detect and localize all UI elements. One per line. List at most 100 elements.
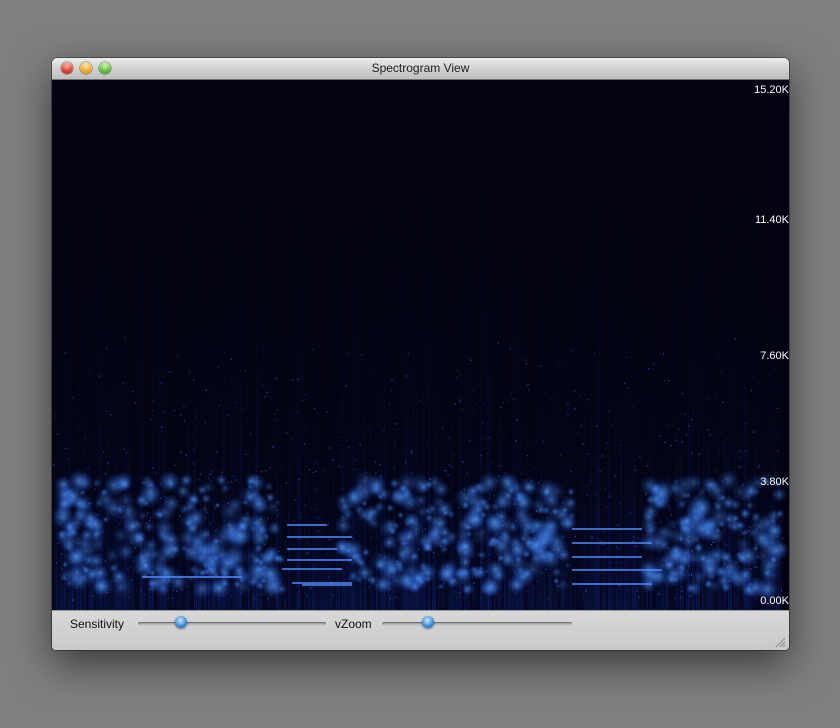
spectrum-column <box>580 206 582 610</box>
noise-speck <box>532 569 534 571</box>
noise-speck <box>329 538 331 541</box>
noise-speck <box>72 447 74 449</box>
noise-speck <box>84 438 86 440</box>
spectrum-column <box>116 291 118 610</box>
noise-speck <box>601 543 603 545</box>
noise-speck <box>609 496 611 498</box>
noise-speck <box>316 508 318 510</box>
noise-speck <box>439 545 442 547</box>
noise-speck <box>58 559 60 561</box>
noise-speck <box>745 450 747 452</box>
spectrum-column <box>622 463 624 610</box>
noise-speck <box>231 576 233 578</box>
noise-speck <box>392 467 395 469</box>
noise-speck <box>173 589 175 591</box>
noise-speck <box>354 460 356 462</box>
noise-speck <box>406 542 408 545</box>
noise-speck <box>727 566 729 568</box>
noise-speck <box>715 469 717 471</box>
energy-blob <box>640 515 659 534</box>
noise-speck <box>111 588 113 591</box>
noise-speck <box>460 374 462 376</box>
noise-speck <box>668 547 670 550</box>
spectrogram-view[interactable]: 15.20K 11.40K 7.60K 3.80K 0.00K <box>52 80 789 610</box>
noise-speck <box>661 539 663 541</box>
noise-speck <box>289 487 291 490</box>
sensitivity-slider[interactable] <box>138 622 326 626</box>
resize-grip-icon[interactable] <box>775 637 786 648</box>
noise-speck <box>402 570 404 572</box>
vzoom-slider-knob[interactable] <box>421 616 434 628</box>
noise-speck <box>464 573 466 575</box>
noise-speck <box>263 566 265 568</box>
noise-speck <box>343 504 345 506</box>
energy-blob <box>691 497 714 520</box>
noise-speck <box>52 464 55 466</box>
noise-speck <box>406 547 408 549</box>
noise-speck <box>343 489 345 491</box>
noise-speck <box>540 508 542 510</box>
spectrum-column <box>294 353 296 610</box>
noise-speck <box>704 560 707 563</box>
noise-speck <box>227 414 229 416</box>
noise-speck <box>534 537 536 539</box>
noise-speck <box>294 499 296 501</box>
noise-speck <box>749 489 751 492</box>
noise-speck <box>685 434 687 436</box>
spectrum-column <box>60 319 62 610</box>
noise-speck <box>214 507 216 509</box>
spectrum-column <box>304 170 306 610</box>
noise-speck <box>444 569 446 571</box>
noise-speck <box>638 596 640 598</box>
noise-speck <box>769 582 771 584</box>
noise-speck <box>152 410 154 412</box>
noise-speck <box>307 551 309 553</box>
noise-speck <box>64 352 66 354</box>
noise-speck <box>728 580 730 582</box>
vzoom-slider[interactable] <box>382 622 572 626</box>
noise-speck <box>505 472 507 474</box>
noise-speck <box>609 561 612 563</box>
noise-speck <box>473 408 475 410</box>
sensitivity-slider-knob[interactable] <box>175 616 188 628</box>
noise-speck <box>407 410 409 412</box>
noise-speck <box>515 519 517 522</box>
noise-speck <box>594 353 596 355</box>
noise-speck <box>688 565 690 567</box>
noise-speck <box>322 582 324 584</box>
noise-speck <box>131 506 133 508</box>
noise-speck <box>531 480 533 482</box>
noise-speck <box>659 353 661 355</box>
title-bar[interactable]: Spectrogram View <box>52 58 789 80</box>
noise-speck <box>98 559 100 561</box>
noise-speck <box>349 546 351 548</box>
energy-blob <box>684 492 692 499</box>
noise-speck <box>580 586 582 588</box>
energy-blob <box>684 473 703 492</box>
noise-speck <box>326 562 328 564</box>
noise-speck <box>306 494 308 496</box>
noise-speck <box>72 522 75 524</box>
noise-speck <box>173 410 176 412</box>
spectrum-column <box>326 466 328 610</box>
noise-speck <box>427 395 429 397</box>
noise-speck <box>180 414 182 416</box>
noise-speck <box>252 597 254 600</box>
noise-speck <box>64 594 66 596</box>
noise-speck <box>547 517 549 519</box>
noise-speck <box>79 578 81 580</box>
noise-speck <box>150 516 152 519</box>
noise-speck <box>160 382 162 384</box>
noise-speck <box>376 506 379 508</box>
noise-speck <box>72 599 75 601</box>
noise-speck <box>438 511 440 513</box>
noise-speck <box>405 461 407 464</box>
noise-speck <box>260 554 262 556</box>
noise-speck <box>525 359 527 361</box>
energy-blob <box>747 526 760 540</box>
noise-speck <box>709 434 711 436</box>
noise-speck <box>365 477 367 479</box>
noise-speck <box>637 537 639 539</box>
noise-speck <box>383 429 385 431</box>
noise-speck <box>88 502 91 505</box>
